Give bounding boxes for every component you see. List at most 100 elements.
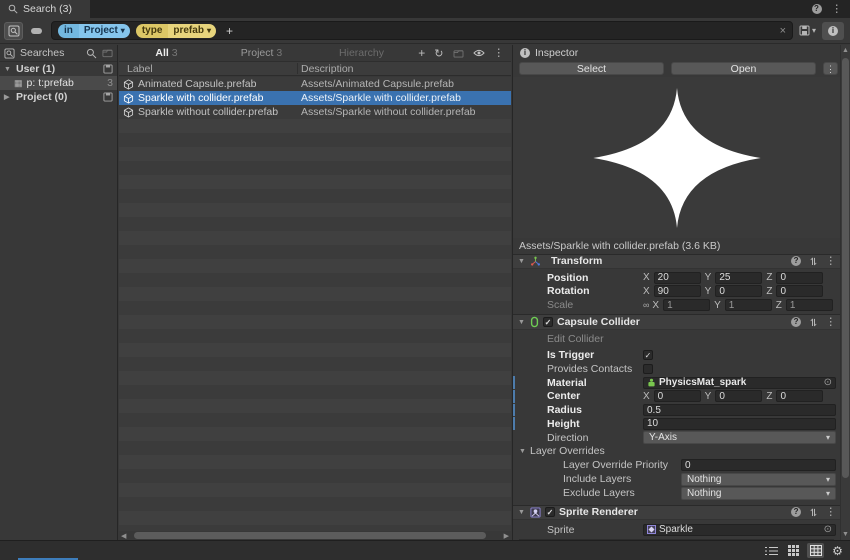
scale-z-input[interactable] xyxy=(786,299,833,311)
save-icon[interactable] xyxy=(103,92,113,102)
clear-search-icon[interactable]: × xyxy=(780,25,786,37)
scroll-down-icon[interactable]: ▼ xyxy=(842,531,849,538)
tab-all[interactable]: All3 xyxy=(119,47,214,59)
exclude-layers-dropdown[interactable]: Nothing ▾ xyxy=(681,487,836,500)
include-layers-dropdown[interactable]: Nothing ▾ xyxy=(681,473,836,486)
material-object-field[interactable]: PhysicsMat_spark ⊙ xyxy=(643,377,836,389)
import-search-icon[interactable] xyxy=(102,48,113,58)
foldout-closed-icon[interactable]: ▶ xyxy=(4,93,12,101)
center-y-input[interactable] xyxy=(715,390,762,402)
sprite-renderer-header[interactable]: ▼ ✓ Sprite Renderer ? ⇌ ⋮ xyxy=(513,505,840,521)
query-builder-toggle-button[interactable] xyxy=(27,22,46,40)
result-row[interactable]: Sparkle without collider.prefab Assets/S… xyxy=(119,105,511,119)
search-input[interactable]: in Project▾ type prefab▾ + × xyxy=(51,21,793,40)
layer-override-priority-input[interactable] xyxy=(681,459,836,471)
add-tab-icon[interactable]: + xyxy=(418,46,425,60)
object-picker-icon[interactable]: ⊙ xyxy=(824,377,832,388)
window-tab[interactable]: Search (3) xyxy=(0,0,90,18)
foldout-open-icon[interactable]: ▼ xyxy=(4,66,12,73)
search-icon[interactable] xyxy=(86,48,97,59)
add-filter-icon[interactable]: + xyxy=(226,24,233,38)
results-menu-icon[interactable]: ⋮ xyxy=(494,47,505,59)
scroll-right-icon[interactable]: ▶ xyxy=(502,532,511,540)
scale-y-input[interactable] xyxy=(725,299,772,311)
result-row[interactable]: Animated Capsule.prefab Assets/Animated … xyxy=(119,77,511,91)
horizontal-scrollbar[interactable]: ◀ ▶ xyxy=(119,531,511,540)
center-z-input[interactable] xyxy=(776,390,823,402)
height-input[interactable] xyxy=(643,418,836,430)
chevron-down-icon[interactable]: ▾ xyxy=(812,26,816,35)
help-icon[interactable]: ? xyxy=(812,4,822,14)
scroll-left-icon[interactable]: ◀ xyxy=(119,532,128,540)
results-column-header[interactable]: Label Description xyxy=(119,62,511,76)
component-enabled-checkbox[interactable]: ✓ xyxy=(545,507,555,517)
column-description[interactable]: Description xyxy=(297,63,354,75)
chevron-down-icon[interactable]: ▾ xyxy=(207,26,211,35)
direction-dropdown[interactable]: Y-Axis ▾ xyxy=(643,431,836,444)
foldout-open-icon[interactable]: ▼ xyxy=(518,258,526,265)
presets-icon[interactable]: ⇌ xyxy=(808,257,819,265)
open-button[interactable]: Open xyxy=(671,62,816,75)
help-icon[interactable]: ? xyxy=(791,256,801,266)
rotation-z-input[interactable] xyxy=(776,285,823,297)
select-button[interactable]: Select xyxy=(519,62,664,75)
scrollbar-thumb[interactable] xyxy=(134,532,485,539)
is-trigger-checkbox[interactable]: ✓ xyxy=(643,350,653,360)
vertical-scrollbar[interactable]: ▲ ▼ xyxy=(840,45,850,540)
center-row: Center X Y Z xyxy=(513,390,840,403)
position-y-input[interactable] xyxy=(715,272,762,284)
auto-refresh-icon[interactable] xyxy=(453,49,464,58)
component-enabled-checkbox[interactable]: ✓ xyxy=(543,317,553,327)
column-divider[interactable] xyxy=(297,63,298,74)
inspector-menu-button[interactable]: ⋮ xyxy=(823,62,838,75)
column-label[interactable]: Label xyxy=(119,63,297,75)
sprite-object-field[interactable]: Sparkle ⊙ xyxy=(643,524,836,536)
inspector-toggle-button[interactable]: i xyxy=(822,22,844,40)
sidebar-group-project[interactable]: ▶ Project (0) xyxy=(0,90,117,104)
search-picker-button[interactable] xyxy=(4,22,23,40)
foldout-open-icon[interactable]: ▼ xyxy=(518,509,526,516)
grid-view-icon[interactable] xyxy=(785,543,802,558)
foldout-open-icon[interactable]: ▼ xyxy=(518,319,526,326)
transform-component-header[interactable]: ▼ Transform ? ⇌ ⋮ xyxy=(513,254,840,270)
presets-icon[interactable]: ⇌ xyxy=(808,318,819,326)
refresh-icon[interactable]: ↻ xyxy=(434,47,443,60)
tab-project[interactable]: Project3 xyxy=(214,47,309,59)
chevron-down-icon[interactable]: ▾ xyxy=(121,26,125,35)
save-icon[interactable] xyxy=(103,64,113,74)
table-view-icon[interactable] xyxy=(807,543,824,558)
window-menu-icon[interactable]: ⋮ xyxy=(832,3,843,15)
position-x-input[interactable] xyxy=(654,272,701,284)
scrollbar-thumb[interactable] xyxy=(842,58,849,478)
layer-overrides-foldout[interactable]: ▼ Layer Overrides xyxy=(513,445,840,458)
capsule-collider-header[interactable]: ▼ ✓ Capsule Collider ? ⇌ ⋮ xyxy=(513,314,840,330)
presets-icon[interactable]: ⇌ xyxy=(808,508,819,516)
center-x-input[interactable] xyxy=(654,390,701,402)
tab-hierarchy[interactable]: Hierarchy xyxy=(309,47,414,59)
sidebar-item-saved-query[interactable]: ▦ p: t:prefab 3 xyxy=(0,76,117,90)
sidebar-group-user[interactable]: ▼ User (1) xyxy=(0,62,117,76)
filter-pill-in[interactable]: in Project▾ xyxy=(58,24,130,38)
filter-pill-type[interactable]: type prefab▾ xyxy=(136,24,216,38)
scroll-up-icon[interactable]: ▲ xyxy=(842,47,849,54)
component-menu-icon[interactable]: ⋮ xyxy=(826,316,837,328)
provides-contacts-checkbox[interactable] xyxy=(643,364,653,374)
asset-path-caption: Assets/Sparkle with collider.prefab (3.6… xyxy=(513,238,840,254)
eye-icon[interactable] xyxy=(473,49,485,57)
rotation-x-input[interactable] xyxy=(654,285,701,297)
list-view-icon[interactable] xyxy=(763,543,780,558)
save-search-button[interactable]: ▾ xyxy=(799,25,816,36)
help-icon[interactable]: ? xyxy=(791,317,801,327)
radius-input[interactable] xyxy=(643,404,836,416)
link-scale-icon[interactable]: ∞ xyxy=(643,300,649,310)
rotation-y-input[interactable] xyxy=(715,285,762,297)
settings-gear-icon[interactable]: ⚙ xyxy=(829,543,846,558)
component-menu-icon[interactable]: ⋮ xyxy=(826,255,837,267)
result-row-selected[interactable]: Sparkle with collider.prefab Assets/Spar… xyxy=(119,91,511,105)
help-icon[interactable]: ? xyxy=(791,507,801,517)
scale-x-input[interactable] xyxy=(663,299,710,311)
object-picker-icon[interactable]: ⊙ xyxy=(824,524,832,535)
position-z-input[interactable] xyxy=(776,272,823,284)
component-menu-icon[interactable]: ⋮ xyxy=(826,506,837,518)
foldout-open-icon[interactable]: ▼ xyxy=(519,448,527,455)
